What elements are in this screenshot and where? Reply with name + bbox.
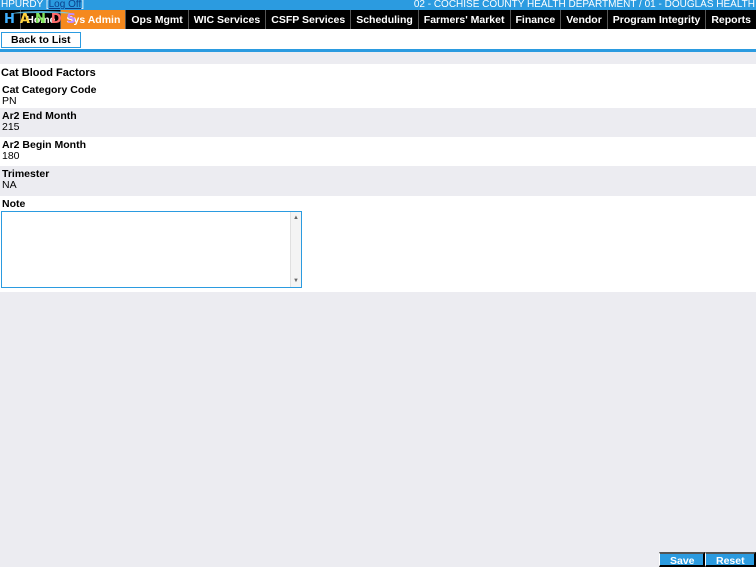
page-title: Cat Blood Factors	[1, 67, 96, 79]
field-value: NA	[2, 179, 17, 191]
app-logo: HANDS	[0, 10, 76, 29]
field-label: Trimester	[2, 168, 50, 180]
nav-menu: Home Sys Admin Ops Mgmt WIC Services CSF…	[20, 10, 756, 29]
spacer-band	[0, 52, 756, 64]
field-value: PN	[2, 95, 17, 107]
field-label: Note	[2, 198, 26, 210]
note-textarea[interactable]: ▲ ▼	[1, 211, 302, 288]
form-actions: Save Reset	[659, 552, 756, 567]
field-value: 180	[2, 150, 20, 162]
top-status-bar: HPURDY [Log Off] 02 - COCHISE COUNTY HEA…	[0, 0, 756, 10]
scroll-down-icon[interactable]: ▼	[293, 278, 299, 284]
user-info: HPURDY [Log Off]	[1, 0, 85, 10]
field-label: Cat Category Code	[2, 84, 97, 96]
nav-item-program-integrity[interactable]: Program Integrity	[606, 10, 706, 29]
note-scrollbar[interactable]: ▲ ▼	[290, 212, 301, 287]
nav-item-csfp-services[interactable]: CSFP Services	[265, 10, 350, 29]
logo-wordmark: HANDS	[4, 12, 82, 27]
nav-item-scheduling[interactable]: Scheduling	[350, 10, 418, 29]
nav-item-vendor[interactable]: Vendor	[560, 10, 607, 29]
nav-item-ops-mgmt[interactable]: Ops Mgmt	[125, 10, 187, 29]
log-off-link[interactable]: Log Off	[49, 0, 82, 10]
nav-item-finance[interactable]: Finance	[509, 10, 561, 29]
reset-button[interactable]: Reset	[705, 552, 756, 567]
field-label: Ar2 End Month	[2, 110, 77, 122]
toolbar: Back to List	[0, 29, 756, 49]
field-value: 215	[2, 121, 20, 133]
nav-item-farmers-market[interactable]: Farmers' Market	[417, 10, 510, 29]
field-ar2-begin-month: Ar2 Begin Month 180	[0, 137, 756, 166]
field-label: Ar2 Begin Month	[2, 139, 86, 151]
save-button[interactable]: Save	[659, 552, 705, 567]
field-trimester: Trimester NA	[0, 166, 756, 196]
agency-label: 02 - COCHISE COUNTY HEALTH DEPARTMENT / …	[413, 0, 755, 10]
username: HPURDY	[1, 0, 44, 10]
field-ar2-end-month: Ar2 End Month 215	[0, 108, 756, 137]
nav-item-reports[interactable]: Reports	[705, 10, 756, 29]
scroll-up-icon[interactable]: ▲	[293, 215, 299, 221]
back-to-list-button[interactable]: Back to List	[1, 32, 81, 48]
nav-item-wic-services[interactable]: WIC Services	[187, 10, 266, 29]
main-nav-bar: HANDS Home Sys Admin Ops Mgmt WIC Servic…	[0, 10, 756, 29]
field-note: Note ▲ ▼	[0, 196, 756, 292]
field-cat-category-code: Cat Category Code PN	[0, 82, 756, 108]
